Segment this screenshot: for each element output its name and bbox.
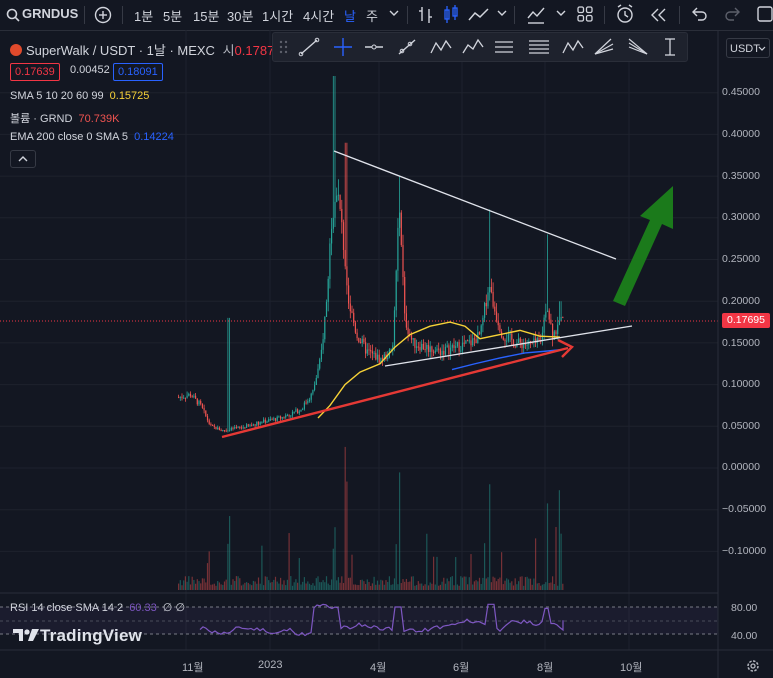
price-tick: 0.30000 bbox=[722, 211, 760, 223]
interval-30m[interactable]: 30분 bbox=[227, 6, 253, 25]
sma-label: SMA 5 10 20 60 99 bbox=[10, 90, 104, 102]
trend-line-tool-icon[interactable] bbox=[298, 37, 320, 57]
rsi-tick: 80.00 bbox=[731, 602, 758, 614]
tradingview-logo-text: TradingView bbox=[40, 626, 143, 645]
sma-legend[interactable]: SMA 5 10 20 60 99 0.15725 bbox=[10, 90, 149, 102]
legend-open-value: 0.1787 bbox=[234, 43, 275, 58]
bar-chart-type-icon[interactable] bbox=[418, 5, 434, 25]
xabcd-pattern-tool-icon[interactable] bbox=[562, 39, 584, 54]
drag-handle-icon[interactable] bbox=[279, 40, 288, 54]
add-compare-icon[interactable] bbox=[94, 6, 112, 24]
candle-chart-type-icon[interactable] bbox=[443, 5, 459, 25]
interval-1d[interactable]: 날 bbox=[344, 6, 356, 25]
sma-value: 0.15725 bbox=[109, 90, 150, 102]
drawing-toolbar bbox=[272, 32, 688, 62]
time-tick: 10월 bbox=[620, 662, 643, 674]
price-tick: 0.05000 bbox=[722, 420, 760, 432]
time-tick: 11월 bbox=[182, 662, 204, 674]
ema-legend[interactable]: EMA 200 close 0 SMA 5 0.14224 bbox=[10, 131, 174, 143]
gann-fan-tool-icon[interactable] bbox=[628, 38, 648, 55]
price-tick: 0.15000 bbox=[722, 337, 760, 349]
price-tick: 0.10000 bbox=[722, 378, 760, 390]
crosshair-tool-icon[interactable] bbox=[334, 38, 352, 56]
interval-1w[interactable]: 주 bbox=[366, 6, 378, 25]
time-tick: 6월 bbox=[453, 662, 470, 674]
time-tick: 8월 bbox=[537, 662, 554, 674]
interval-4h[interactable]: 4시간 bbox=[303, 6, 334, 25]
rsi-na-1: ∅ bbox=[162, 602, 173, 614]
rsi-label: RSI 14 close SMA 14 2 bbox=[10, 602, 124, 614]
settings-gear-icon[interactable] bbox=[746, 659, 760, 673]
currency-label: USDT bbox=[730, 43, 760, 55]
last-price-tag: 0.17695 bbox=[722, 313, 770, 328]
symbol-search[interactable]: GRNDUSDT bbox=[22, 6, 78, 21]
line-chart-type-icon[interactable] bbox=[468, 7, 492, 23]
price-tick: 0.35000 bbox=[722, 170, 760, 182]
parallel-channel-tool-icon[interactable] bbox=[495, 41, 513, 53]
trendline-upper[interactable] bbox=[333, 150, 617, 260]
fib-retracement-tool-icon[interactable] bbox=[529, 40, 549, 54]
collapse-legend-button[interactable] bbox=[10, 150, 36, 168]
ray-tool-icon[interactable] bbox=[398, 39, 416, 55]
rsi-legend[interactable]: RSI 14 close SMA 14 2 60.33 ∅ ∅ bbox=[10, 601, 185, 614]
alert-clock-icon[interactable] bbox=[615, 4, 635, 24]
price-tick: 0.20000 bbox=[722, 295, 760, 307]
undo-icon[interactable] bbox=[690, 6, 708, 22]
interval-1m[interactable]: 1분 bbox=[134, 6, 153, 25]
ema-value: 0.14224 bbox=[134, 131, 174, 143]
interval-5m[interactable]: 5분 bbox=[163, 6, 182, 25]
legend-open-prefix: 시 bbox=[222, 43, 235, 58]
fullscreen-icon[interactable] bbox=[757, 5, 773, 23]
time-tick: 2023 bbox=[258, 659, 283, 671]
top-toolbar: GRNDUSDT 1분 5분 15분 30분 1시간 4시간 날 주 bbox=[0, 0, 773, 31]
price-tick: −0.05000 bbox=[722, 503, 767, 515]
chevron-up-icon bbox=[18, 156, 28, 162]
price-tick: 0.40000 bbox=[722, 128, 760, 140]
interval-1h[interactable]: 1시간 bbox=[262, 6, 293, 25]
price-chart[interactable] bbox=[0, 30, 773, 678]
legend-title: SuperWalk / USDT · 1날 · MEXC bbox=[26, 43, 215, 58]
price-tick: 0.25000 bbox=[722, 253, 760, 265]
volume-legend[interactable]: 볼륨 · GRND 70.739K bbox=[10, 110, 119, 126]
elliott-wave-tool-icon[interactable] bbox=[462, 38, 484, 54]
chevron-down-icon[interactable] bbox=[389, 10, 399, 18]
price-tick: 0.45000 bbox=[722, 86, 760, 98]
chevron-down-icon bbox=[758, 46, 766, 51]
text-cursor-tool-icon[interactable] bbox=[665, 38, 675, 56]
rsi-na-2: ∅ bbox=[175, 602, 186, 614]
symbol-legend: SuperWalk / USDT · 1날 · MEXC 시0.1787 bbox=[10, 40, 274, 59]
chevron-down-icon[interactable] bbox=[497, 10, 507, 18]
candlesticks bbox=[178, 76, 564, 433]
price-tick: 0.00000 bbox=[722, 461, 760, 473]
horizontal-line-tool-icon[interactable] bbox=[365, 44, 383, 50]
currency-select[interactable]: USDT bbox=[726, 38, 770, 58]
bid-price-box[interactable]: 0.17639 bbox=[10, 63, 60, 81]
search-icon[interactable] bbox=[6, 8, 20, 22]
volume-value: 70.739K bbox=[78, 113, 120, 125]
indicators-icon[interactable] bbox=[526, 5, 546, 25]
replay-icon[interactable] bbox=[650, 7, 668, 23]
layouts-icon[interactable] bbox=[577, 6, 593, 22]
spread-value: 0.00452 bbox=[70, 64, 110, 76]
tradingview-logo[interactable]: TradingView bbox=[12, 626, 142, 646]
superwalk-logo-icon bbox=[10, 44, 22, 56]
chevron-down-icon[interactable] bbox=[556, 10, 566, 18]
rsi-value: 60.33 bbox=[129, 602, 157, 614]
ask-price-box[interactable]: 0.18091 bbox=[113, 63, 163, 81]
tradingview-logo-icon bbox=[13, 629, 39, 641]
rsi-tick: 40.00 bbox=[731, 630, 758, 642]
redo-icon[interactable] bbox=[724, 6, 742, 22]
price-tick: −0.10000 bbox=[722, 545, 767, 557]
volume-label: 볼륨 · GRND bbox=[10, 113, 73, 125]
ema-label: EMA 200 close 0 SMA 5 bbox=[10, 131, 129, 143]
interval-15m[interactable]: 15분 bbox=[193, 6, 219, 25]
abcd-pattern-tool-icon[interactable] bbox=[430, 39, 452, 54]
time-tick: 4월 bbox=[370, 662, 387, 674]
green-breakout-arrow[interactable] bbox=[613, 186, 673, 306]
fib-fan-tool-icon[interactable] bbox=[594, 38, 614, 55]
